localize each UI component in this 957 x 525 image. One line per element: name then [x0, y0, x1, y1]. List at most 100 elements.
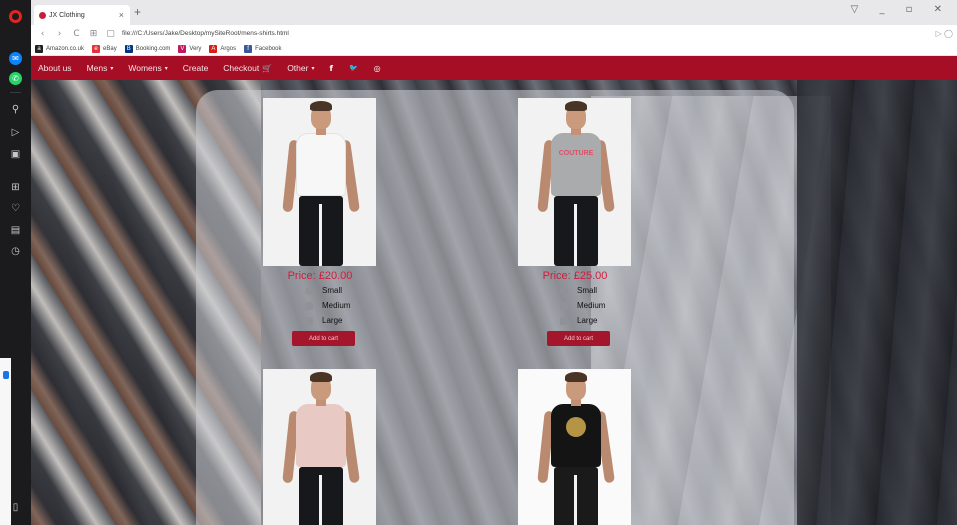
size-option-medium[interactable]: Medium — [305, 299, 377, 312]
shirt — [551, 133, 601, 196]
new-tab-button[interactable]: + — [134, 5, 141, 19]
url-field[interactable]: file:///C:/Users/Jake/Desktop/mySiteRoot… — [122, 30, 289, 37]
size-label: Large — [322, 316, 343, 325]
product-image[interactable]: COUTURE — [518, 98, 631, 266]
model-hair — [310, 101, 332, 111]
nav-womens[interactable]: Womens ▾ — [128, 63, 167, 73]
shirt-emblem — [566, 417, 586, 437]
product-image[interactable] — [263, 98, 376, 266]
window-controls[interactable]: ▽ _ ▫ ✕ — [851, 4, 951, 15]
caret-down-icon: ▾ — [164, 64, 168, 72]
search-icon[interactable]: ⚲ — [9, 103, 22, 116]
model-figure — [263, 369, 376, 525]
address-bar: ‹ › C ⊞ ▢ file:///C:/Users/Jake/Desktop/… — [31, 25, 957, 42]
nav-about-us[interactable]: About us — [38, 63, 72, 73]
forward-icon[interactable]: › — [54, 29, 65, 39]
size-checkbox[interactable] — [560, 301, 568, 310]
add-to-cart-button[interactable]: Add to cart — [547, 331, 610, 346]
size-option-small[interactable]: Small — [560, 284, 632, 297]
bookmark-very[interactable]: V Very — [178, 44, 201, 53]
site-navbar: About us Mens ▾ Womens ▾ Create Checkout 🛒 … — [31, 56, 957, 80]
model-jeans — [299, 196, 343, 266]
bookmark-booking[interactable]: B Booking.com — [124, 44, 171, 53]
bookmark-amazon[interactable]: a Amazon.co.uk — [35, 44, 85, 53]
nav-label: Other — [287, 63, 309, 73]
grid-icon[interactable]: ⊞ — [9, 181, 22, 194]
instagram-icon[interactable]: ◎ — [374, 64, 381, 73]
facebook-icon[interactable]: f — [329, 64, 332, 73]
speed-dial-icon[interactable]: ⊞ — [88, 29, 99, 39]
nav-label: About us — [38, 63, 72, 73]
product-price: Price: £25.00 — [542, 270, 608, 282]
ebay-icon: e — [92, 44, 101, 53]
messenger-icon[interactable]: ✉ — [9, 52, 22, 65]
size-label: Small — [577, 286, 598, 295]
bookmark-label: Booking.com — [135, 45, 171, 52]
model-jeans — [299, 467, 343, 525]
product-card — [263, 369, 377, 525]
model-hair — [565, 101, 587, 111]
background-rack-right — [797, 56, 957, 525]
tab-bar: JX Clothing × + ▽ _ ▫ ✕ — [31, 0, 957, 25]
size-label: Medium — [577, 301, 606, 310]
nav-create[interactable]: Create — [183, 63, 209, 73]
caret-down-icon: ▾ — [311, 64, 315, 72]
size-option-medium[interactable]: Medium — [560, 299, 632, 312]
product-card: COUTURE Price: £25.00 Small Medium Large… — [518, 98, 632, 346]
page-info-icon[interactable]: ▢ — [105, 29, 116, 39]
product-image[interactable] — [518, 369, 631, 525]
camera-icon[interactable]: ▣ — [9, 148, 22, 161]
size-checkbox[interactable] — [305, 301, 313, 310]
size-checkbox[interactable] — [560, 286, 568, 295]
send-icon[interactable]: ▷ — [9, 126, 22, 139]
bookmark-ebay[interactable]: e eBay — [92, 44, 117, 53]
history-icon[interactable]: ◷ — [9, 245, 22, 258]
bookmark-label: Argos — [220, 45, 237, 52]
news-icon[interactable]: ▤ — [9, 224, 22, 237]
nav-label: Mens — [86, 63, 108, 73]
whatsapp-icon[interactable]: ✆ — [9, 72, 22, 85]
product-image[interactable] — [263, 369, 376, 525]
twitter-icon[interactable]: 🐦 — [349, 64, 358, 72]
model-figure — [263, 98, 376, 266]
size-label: Small — [322, 286, 343, 295]
cart-icon: 🛒 — [262, 63, 273, 73]
nav-checkout[interactable]: Checkout 🛒 — [223, 63, 272, 73]
argos-icon: A — [209, 44, 218, 53]
size-checkbox[interactable] — [560, 316, 568, 325]
size-option-large[interactable]: Large — [560, 314, 632, 327]
left-edge-strip — [0, 358, 11, 525]
back-icon[interactable]: ‹ — [37, 29, 48, 39]
add-to-cart-button[interactable]: Add to cart — [292, 331, 355, 346]
web-page: About us Mens ▾ Womens ▾ Create Checkout 🛒 … — [31, 56, 957, 525]
model-figure: COUTURE — [518, 98, 631, 266]
size-option-large[interactable]: Large — [305, 314, 377, 327]
tab-jx-clothing[interactable]: JX Clothing × — [34, 5, 130, 25]
favicon-icon — [39, 11, 46, 19]
bookmark-label: Amazon.co.uk — [46, 45, 85, 52]
nav-mens[interactable]: Mens ▾ — [87, 63, 114, 73]
amazon-icon: a — [35, 44, 43, 53]
bookmark-argos[interactable]: A Argos — [209, 44, 237, 53]
model-jeans — [554, 467, 598, 525]
caret-down-icon: ▾ — [110, 64, 114, 72]
bookmark-facebook[interactable]: f Facebook — [244, 44, 281, 53]
reload-icon[interactable]: C — [71, 29, 82, 39]
nav-other[interactable]: Other ▾ — [287, 63, 314, 73]
model-hair — [565, 372, 587, 382]
tab-title: JX Clothing — [49, 11, 85, 19]
very-icon: V — [178, 44, 187, 53]
size-option-small[interactable]: Small — [305, 284, 377, 297]
shirt-print: COUTURE — [558, 150, 594, 157]
heart-icon[interactable]: ♡ — [9, 202, 22, 215]
opera-logo-icon[interactable] — [9, 10, 22, 23]
model-hair — [310, 372, 332, 382]
tab-close-icon[interactable]: × — [119, 10, 124, 20]
bookmarks-bar: a Amazon.co.uk e eBay B Booking.com V Ve… — [31, 42, 957, 56]
address-actions[interactable]: ▷ ◯ — [936, 29, 953, 38]
size-label: Large — [577, 316, 598, 325]
size-checkbox[interactable] — [305, 316, 313, 325]
model-figure — [518, 369, 631, 525]
size-checkbox[interactable] — [305, 286, 313, 295]
nav-label: Womens — [128, 63, 162, 73]
